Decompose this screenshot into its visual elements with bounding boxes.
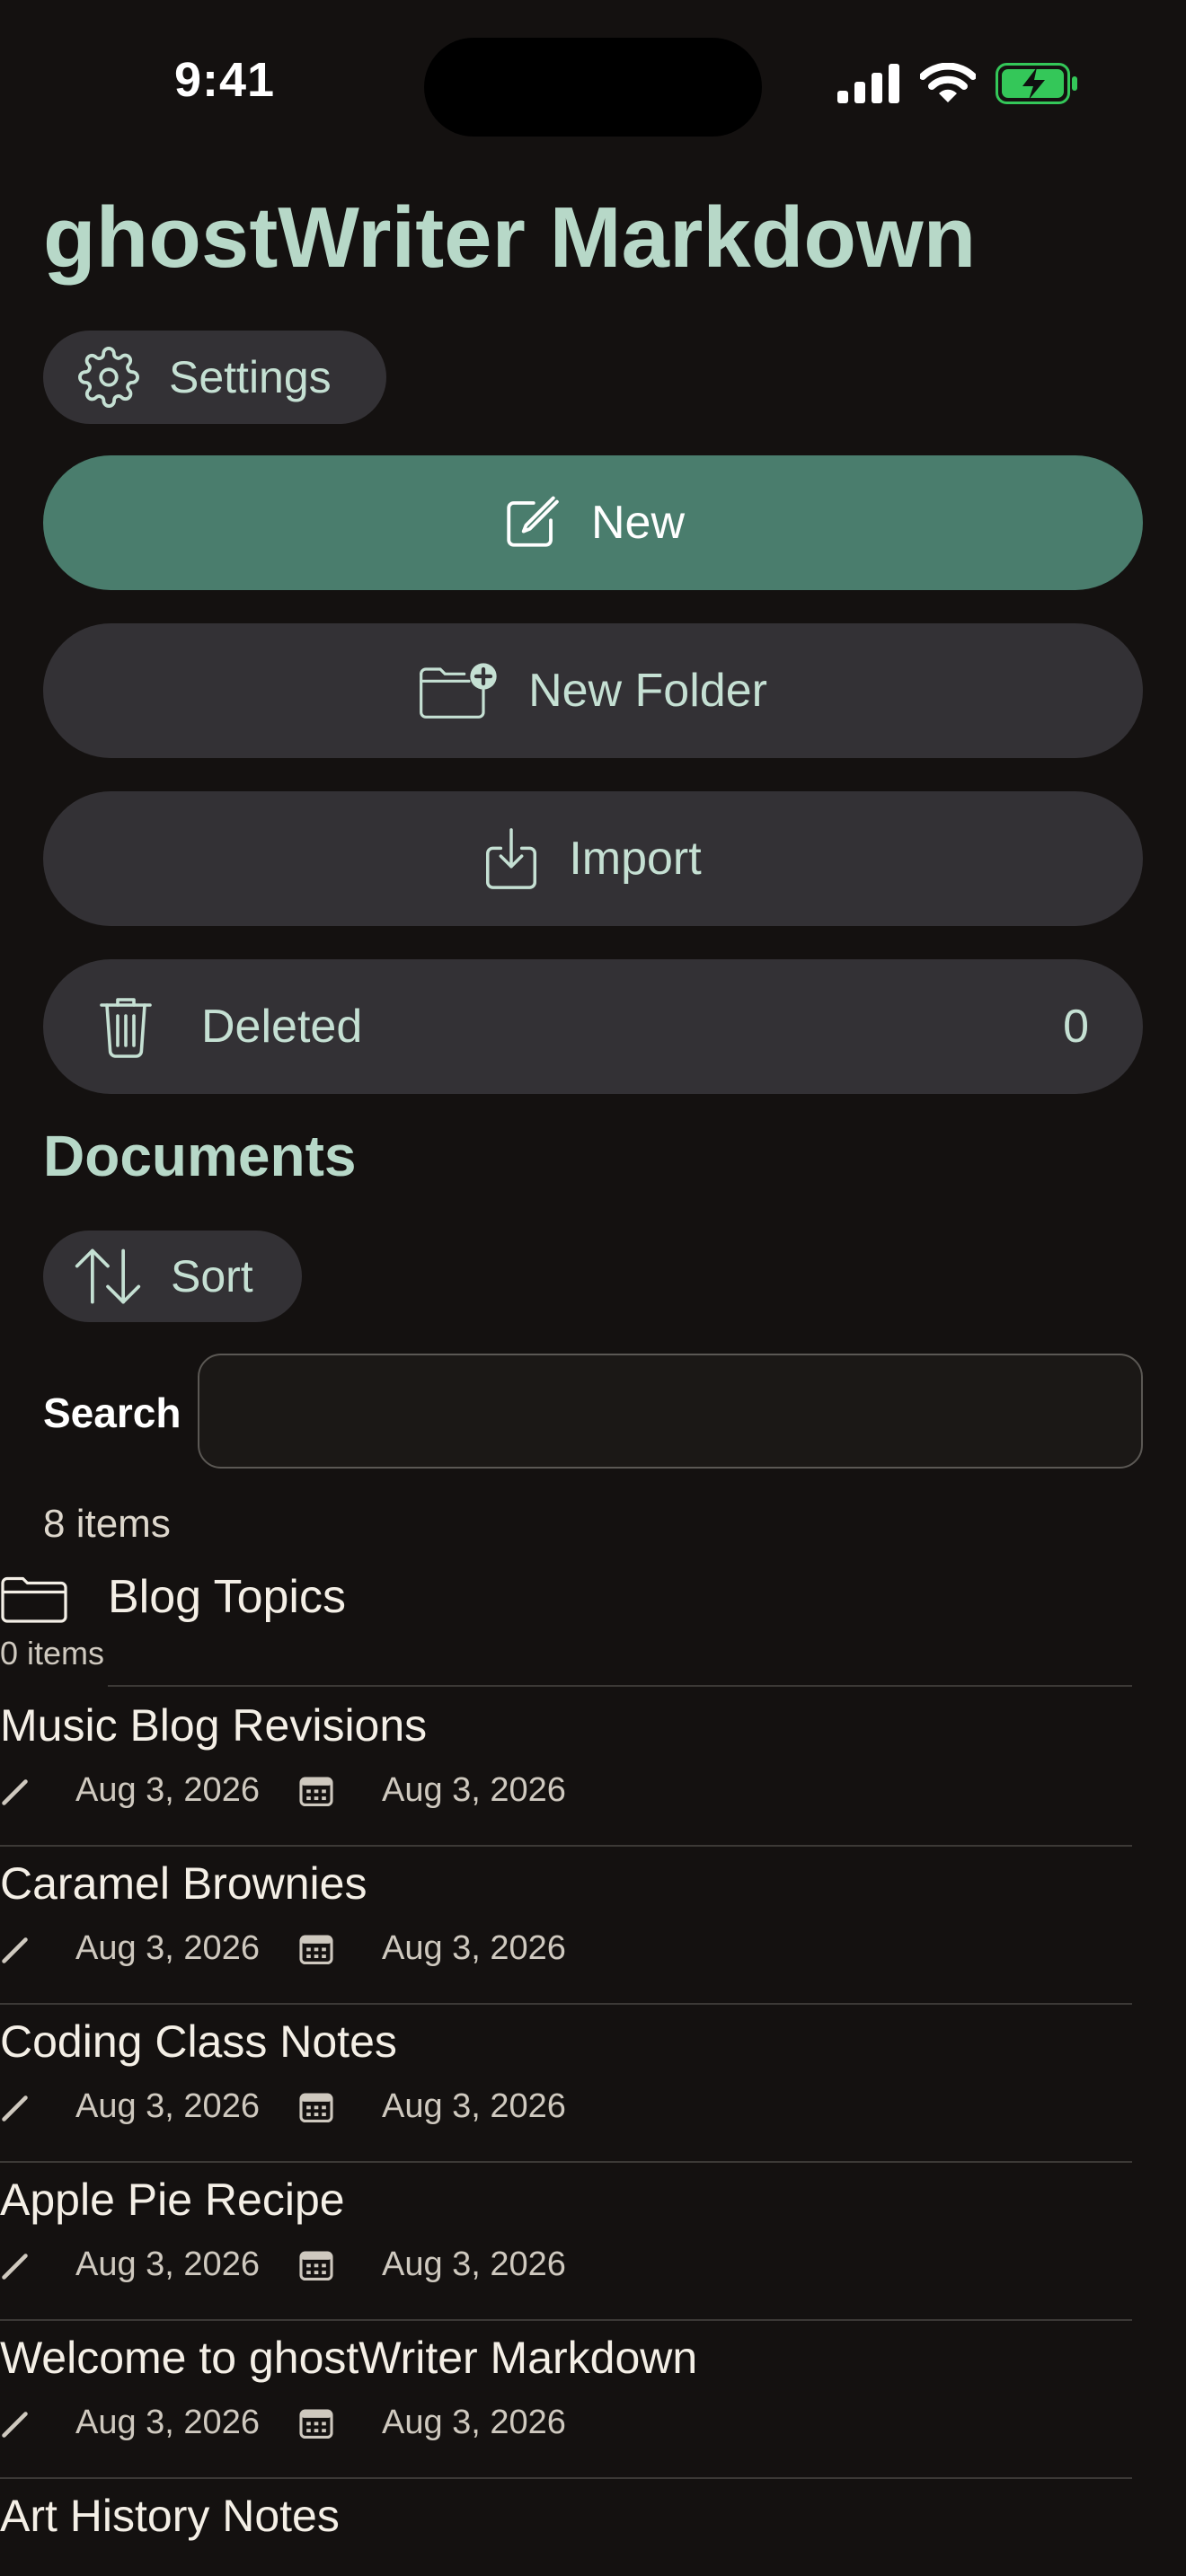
folder-name: Blog Topics	[108, 1571, 346, 1623]
document-row[interactable]: Apple Pie Recipe Aug 3, 2026 Aug 3, 2026	[0, 2163, 1132, 2321]
gear-icon	[78, 347, 139, 408]
modified-date: Aug 3, 2026	[75, 2245, 260, 2283]
sort-arrows-icon	[75, 1248, 141, 1304]
document-row[interactable]: Welcome to ghostWriter Markdown Aug 3, 2…	[0, 2321, 1132, 2479]
pencil-icon	[2, 2095, 28, 2122]
pencil-icon	[2, 1936, 28, 1963]
calendar-icon	[299, 1935, 333, 1964]
calendar-icon	[299, 2093, 333, 2122]
pencil-icon	[2, 1778, 28, 1805]
settings-button[interactable]: Settings	[43, 331, 386, 424]
compose-icon	[507, 496, 559, 547]
created-date: Aug 3, 2026	[381, 2404, 566, 2441]
document-row[interactable]: Coding Class Notes Aug 3, 2026 Aug 3, 20…	[0, 2005, 1132, 2163]
document-title: Caramel Brownies	[0, 1858, 367, 1909]
wifi-icon	[920, 63, 976, 102]
document-title: Apple Pie Recipe	[0, 2175, 345, 2225]
trash-icon	[100, 998, 152, 1058]
sort-button[interactable]: Sort	[43, 1231, 302, 1322]
created-date: Aug 3, 2026	[381, 2087, 566, 2125]
document-row[interactable]: Music Blog Revisions Aug 3, 2026 Aug 3, …	[0, 1689, 1132, 1847]
document-title: Art History Notes	[0, 2491, 340, 2541]
calendar-icon	[299, 2409, 333, 2439]
battery-charging-icon	[996, 63, 1077, 104]
import-button[interactable]: Import	[43, 791, 1143, 926]
cellular-signal-icon	[837, 64, 899, 103]
modified-date: Aug 3, 2026	[75, 2404, 260, 2441]
deleted-button[interactable]: Deleted 0	[43, 959, 1143, 1094]
document-row[interactable]: Caramel Brownies Aug 3, 2026 Aug 3, 2026	[0, 1847, 1132, 2005]
page-title: ghostWriter Markdown	[43, 190, 977, 286]
pencil-icon	[2, 2253, 28, 2280]
search-label: Search	[43, 1389, 181, 1436]
import-label: Import	[569, 833, 702, 885]
folder-item-count: 0 items	[0, 1635, 105, 1672]
modified-date: Aug 3, 2026	[75, 1771, 260, 1809]
new-label: New	[590, 497, 686, 549]
created-date: Aug 3, 2026	[381, 1929, 566, 1967]
status-icons	[837, 63, 1078, 104]
modified-date: Aug 3, 2026	[75, 2087, 260, 2125]
status-time: 9:41	[174, 53, 276, 107]
document-title: Welcome to ghostWriter Markdown	[0, 2333, 698, 2383]
new-folder-button[interactable]: New Folder	[43, 623, 1143, 758]
document-row[interactable]: Art History Notes	[0, 2479, 1132, 2576]
calendar-icon	[299, 2251, 333, 2280]
new-document-button[interactable]: New	[43, 455, 1143, 590]
documents-heading: Documents	[43, 1124, 357, 1188]
modified-date: Aug 3, 2026	[75, 1929, 260, 1967]
import-icon	[486, 828, 537, 889]
folder-plus-icon	[420, 663, 497, 719]
row-divider	[108, 1685, 1132, 1687]
document-title: Music Blog Revisions	[0, 1700, 428, 1751]
sort-label: Sort	[171, 1251, 253, 1301]
search-input[interactable]	[198, 1354, 1143, 1469]
deleted-count: 0	[1063, 1001, 1089, 1053]
calendar-icon	[299, 1777, 333, 1806]
item-count: 8 items	[43, 1502, 171, 1546]
created-date: Aug 3, 2026	[381, 2245, 566, 2283]
settings-label: Settings	[169, 352, 332, 402]
folder-row[interactable]: Blog Topics 0 items	[0, 1563, 1132, 1689]
created-date: Aug 3, 2026	[381, 1771, 566, 1809]
dynamic-island	[424, 38, 762, 137]
deleted-label: Deleted	[201, 1001, 363, 1053]
folder-icon	[1, 1576, 67, 1623]
new-folder-label: New Folder	[528, 665, 767, 717]
document-title: Coding Class Notes	[0, 2016, 397, 2067]
pencil-icon	[2, 2411, 28, 2438]
